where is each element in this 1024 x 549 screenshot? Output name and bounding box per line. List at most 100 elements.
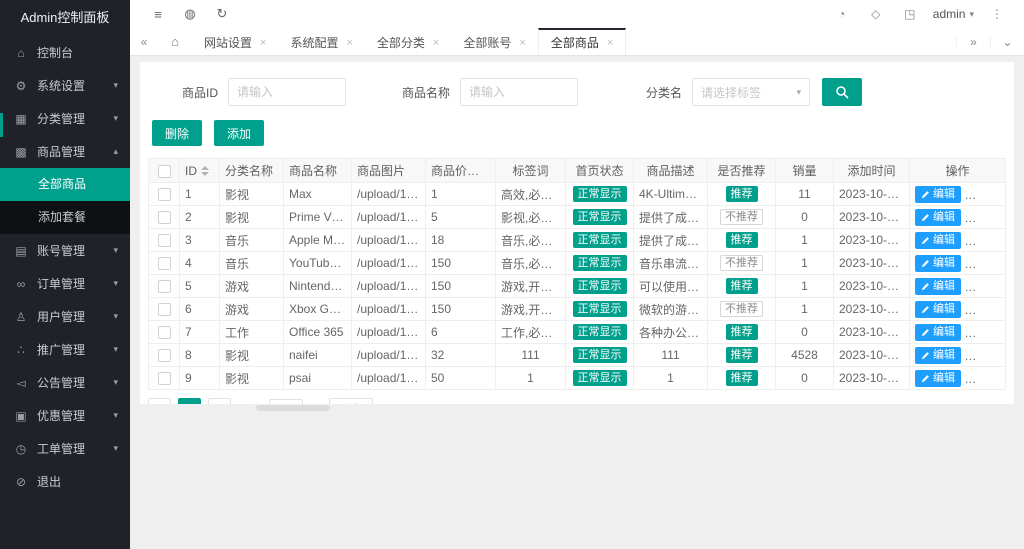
prev-page-button[interactable]: ‹ [148, 398, 171, 404]
tabs-collapse-icon[interactable]: ⌄ [990, 35, 1024, 49]
sidebar-item[interactable]: ▤账号管理▾ [0, 234, 130, 267]
table-row: 1影视Max/upload/169...1高效,必备,...正常显示4K-Ult… [149, 183, 1006, 206]
edit-button[interactable]: 编辑 [915, 347, 961, 364]
trash-icon [970, 190, 979, 199]
col-time: 添加时间 [834, 159, 910, 183]
sidebar-item[interactable]: ∴推广管理▾ [0, 333, 130, 366]
edit-button[interactable]: 编辑 [915, 370, 961, 387]
sidebar-nav: ⌂控制台⚙系统设置▾▦分类管理▾▩商品管理▴全部商品添加套餐▤账号管理▾∞订单管… [0, 36, 130, 498]
row-checkbox[interactable] [158, 257, 171, 270]
select-all-checkbox[interactable] [158, 165, 171, 178]
cell-time: 2023-10-27... [834, 367, 910, 390]
row-checkbox[interactable] [158, 234, 171, 247]
next-page-button[interactable]: › [208, 398, 231, 404]
sidebar-item[interactable]: ◅公告管理▾ [0, 366, 130, 399]
sidebar-item[interactable]: ⚙系统设置▾ [0, 69, 130, 102]
close-icon[interactable]: × [607, 37, 613, 49]
search-button[interactable] [822, 78, 862, 106]
sidebar-subitem[interactable]: 添加套餐 [0, 201, 130, 234]
sidebar-item[interactable]: ⊘退出 [0, 465, 130, 498]
delete-row-button[interactable]: 删除 [964, 301, 1005, 318]
cell-name: Prime Video [284, 206, 352, 229]
table-row: 2影视Prime Video/upload/169...5影视,必备,...正常… [149, 206, 1006, 229]
trash-icon [970, 213, 979, 222]
cell-tags: 游戏,开黑,... [496, 298, 566, 321]
sidebar-item[interactable]: ◷工单管理▾ [0, 432, 130, 465]
cell-category: 游戏 [220, 298, 284, 321]
refresh-icon[interactable]: ↻ [206, 6, 238, 22]
edit-button[interactable]: 编辑 [915, 186, 961, 203]
row-checkbox[interactable] [158, 211, 171, 224]
goto-confirm-button[interactable]: 确定 [329, 398, 373, 404]
sidebar-item[interactable]: ▦分类管理▾ [0, 102, 130, 135]
delete-row-button[interactable]: 删除 [964, 324, 1005, 341]
collapse-menu-icon[interactable]: ≡ [142, 7, 174, 22]
close-icon[interactable]: × [346, 37, 352, 49]
edit-button[interactable]: 编辑 [915, 232, 961, 249]
cell-category: 影视 [220, 344, 284, 367]
menu-icon: ⌂ [14, 46, 28, 60]
cell-image: /upload/169... [352, 229, 426, 252]
close-icon[interactable]: × [433, 37, 439, 49]
user-menu[interactable]: admin ▾ [929, 7, 978, 21]
delete-row-button[interactable]: 删除 [964, 186, 1005, 203]
delete-row-button[interactable]: 删除 [964, 347, 1005, 364]
row-checkbox[interactable] [158, 188, 171, 201]
edit-button[interactable]: 编辑 [915, 209, 961, 226]
tab[interactable]: 网站设置× [192, 28, 278, 55]
home-tab-icon[interactable]: ⌂ [158, 28, 192, 55]
horizontal-scrollbar-thumb[interactable] [256, 405, 330, 411]
edit-icon [921, 213, 930, 222]
tab[interactable]: 全部账号× [451, 28, 537, 55]
tabs-forward-icon[interactable]: » [956, 35, 990, 49]
menu-icon: ⊘ [14, 475, 28, 489]
delete-row-button[interactable]: 删除 [964, 209, 1005, 226]
row-checkbox[interactable] [158, 326, 171, 339]
sidebar-item[interactable]: ▩商品管理▴ [0, 135, 130, 168]
trash-icon [970, 282, 979, 291]
menu-icon: ∴ [14, 343, 28, 357]
tab[interactable]: 系统配置 × [278, 28, 364, 55]
sidebar-subitem[interactable]: 全部商品 [0, 168, 130, 201]
more-icon[interactable]: ⋮ [982, 7, 1012, 21]
delete-row-button[interactable]: 删除 [964, 232, 1005, 249]
sidebar-item[interactable]: ▣优惠管理▾ [0, 399, 130, 432]
product-name-input[interactable] [460, 78, 578, 106]
row-checkbox[interactable] [158, 349, 171, 362]
cell-sales: 1 [776, 252, 834, 275]
sidebar-item[interactable]: ⌂控制台 [0, 36, 130, 69]
col-sales: 销量 [776, 159, 834, 183]
goto-page-input[interactable] [269, 399, 303, 405]
tab[interactable]: 全部分类× [365, 28, 451, 55]
sidebar-item[interactable]: ∞订单管理▾ [0, 267, 130, 300]
delete-row-button[interactable]: 删除 [964, 370, 1005, 387]
current-page-button[interactable]: 1 [178, 398, 201, 404]
sidebar-scroll-indicator [0, 113, 3, 137]
table-row: 9影视psai/upload/169...501正常显示1推荐02023-10-… [149, 367, 1006, 390]
row-checkbox[interactable] [158, 280, 171, 293]
sort-icon[interactable] [483, 167, 491, 177]
edit-button[interactable]: 编辑 [915, 255, 961, 272]
sidebar-item[interactable]: ♙用户管理▾ [0, 300, 130, 333]
row-checkbox[interactable] [158, 372, 171, 385]
tabs-back-icon[interactable]: « [130, 28, 158, 55]
tag-icon[interactable]: ◇ [861, 7, 891, 21]
product-id-input[interactable] [228, 78, 346, 106]
add-button[interactable]: 添加 [214, 120, 264, 146]
delete-button[interactable]: 删除 [152, 120, 202, 146]
sort-icon[interactable] [201, 166, 209, 176]
close-icon[interactable]: × [260, 37, 266, 49]
row-checkbox[interactable] [158, 303, 171, 316]
category-select[interactable]: 请选择标签 ▾ [692, 78, 810, 106]
theme-icon[interactable]: ◔ [827, 7, 857, 21]
edit-button[interactable]: 编辑 [915, 324, 961, 341]
delete-row-button[interactable]: 删除 [964, 278, 1005, 295]
tab[interactable]: 全部商品× [538, 28, 626, 55]
close-icon[interactable]: × [519, 37, 525, 49]
fullscreen-icon[interactable]: ◳ [895, 7, 925, 21]
tab-label: 系统配置 [290, 34, 338, 51]
edit-button[interactable]: 编辑 [915, 301, 961, 318]
edit-button[interactable]: 编辑 [915, 278, 961, 295]
delete-row-button[interactable]: 删除 [964, 255, 1005, 272]
language-icon[interactable]: ◍ [174, 6, 206, 22]
